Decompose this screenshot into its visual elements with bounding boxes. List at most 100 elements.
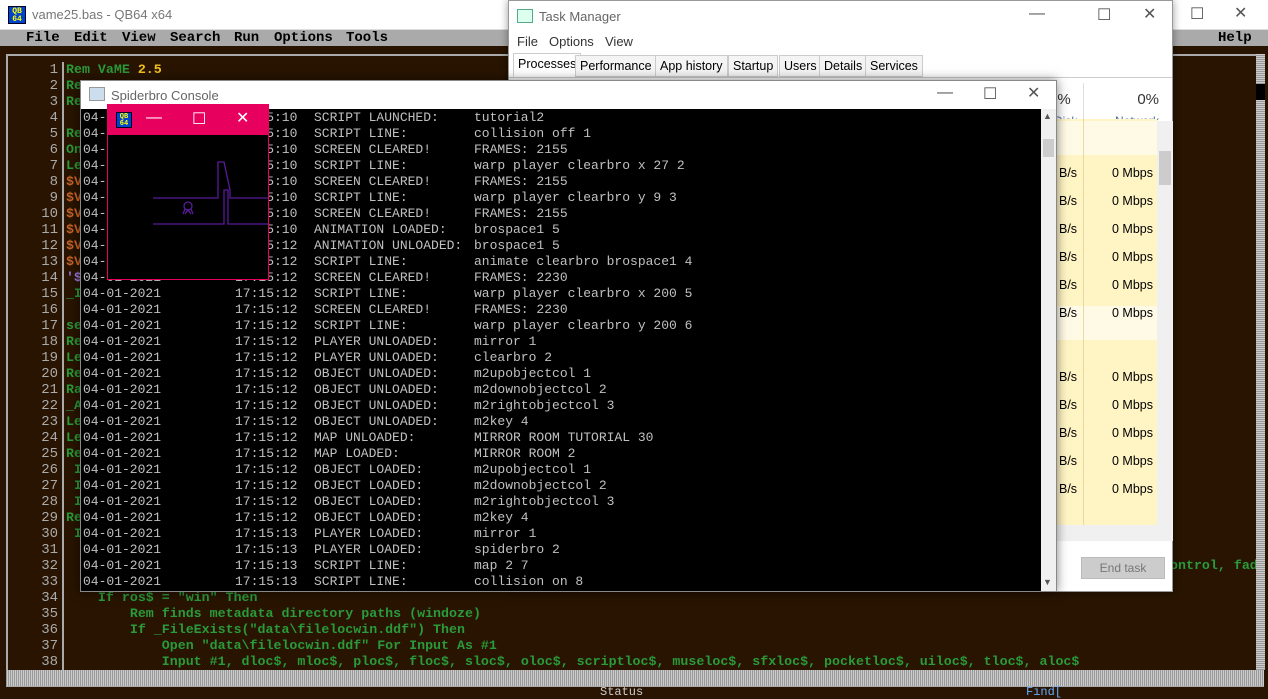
tab-performance[interactable]: Performance xyxy=(575,55,657,77)
game-titlebar: QB 64 — ☐ ✕ xyxy=(108,105,268,135)
log-event: SCRIPT LINE: xyxy=(314,254,408,269)
processes-scrollbar[interactable] xyxy=(1157,121,1173,525)
tab-details[interactable]: Details xyxy=(819,55,868,77)
log-event: OBJECT UNLOADED: xyxy=(314,382,439,397)
close-button[interactable]: ✕ xyxy=(1027,83,1040,103)
menu-options[interactable]: Options xyxy=(549,34,594,49)
disk-value: B/s xyxy=(1059,370,1078,384)
find-label[interactable]: Find[ xyxy=(1026,685,1062,699)
line-number: 23 xyxy=(41,414,58,430)
level-floor xyxy=(153,189,268,225)
log-time: 17:15:12 xyxy=(235,510,298,525)
vertical-scrollbar[interactable] xyxy=(1256,54,1265,670)
maximize-button[interactable]: ☐ xyxy=(983,84,997,104)
minimize-button[interactable]: — xyxy=(146,109,162,127)
menu-run[interactable]: Run xyxy=(234,30,259,46)
close-button[interactable]: ✕ xyxy=(1143,4,1156,24)
console-scrollbar[interactable]: ▲ ▼ xyxy=(1041,109,1056,591)
menu-view[interactable]: View xyxy=(605,34,633,49)
menu-file[interactable]: File xyxy=(517,34,538,49)
disk-value: B/s xyxy=(1059,398,1078,412)
qb64-icon: QB 64 xyxy=(8,6,26,24)
line-number: 33 xyxy=(41,574,58,590)
log-event: PLAYER UNLOADED: xyxy=(314,350,439,365)
log-detail: collision on 8 xyxy=(474,574,584,589)
tab-users[interactable]: Users xyxy=(779,55,822,77)
network-value: 0 Mbps xyxy=(1112,454,1153,468)
maximize-button[interactable]: ☐ xyxy=(192,109,206,129)
code-line[interactable]: Rem VaME 2.5 xyxy=(66,62,162,78)
log-detail: m2rightobjectcol 3 xyxy=(474,398,615,413)
line-number: 6 xyxy=(49,142,58,158)
process-row[interactable]: B/s 0 Mbps xyxy=(1057,391,1157,419)
process-row[interactable]: B/s 0 Mbps xyxy=(1057,299,1157,327)
minimize-button[interactable]: — xyxy=(937,84,953,102)
code-line[interactable]: Input #1, dloc$, mloc$, ploc$, floc$, sl… xyxy=(66,654,1080,670)
menu-tools[interactable]: Tools xyxy=(346,30,388,46)
log-date: 04-01-2021 xyxy=(83,558,162,573)
log-date: 04-01-2021 xyxy=(83,302,162,317)
log-date: 04-01-2021 xyxy=(83,494,162,509)
code-line[interactable]: Rem finds metadata directory paths (wind… xyxy=(66,606,481,622)
network-value: 0 Mbps xyxy=(1112,278,1153,292)
number-literal: 2.5 xyxy=(137,62,162,77)
maximize-button[interactable]: ☐ xyxy=(1190,4,1204,24)
process-row[interactable]: B/s 0 Mbps xyxy=(1057,215,1157,243)
process-row[interactable]: B/s 0 Mbps xyxy=(1057,419,1157,447)
process-row[interactable]: B/s 0 Mbps xyxy=(1057,447,1157,475)
player-sprite xyxy=(183,201,193,211)
end-task-button[interactable]: End task xyxy=(1081,557,1165,579)
status-label: Status xyxy=(600,685,644,699)
process-row[interactable]: B/s 0 Mbps xyxy=(1057,363,1157,391)
log-date: 04-01-2021 xyxy=(83,350,162,365)
level-wall xyxy=(153,161,268,199)
log-date: 04-01-2021 xyxy=(83,574,162,589)
tab-startup[interactable]: Startup xyxy=(728,55,779,77)
game-scene xyxy=(153,161,268,225)
log-date: 04-01-2021 xyxy=(83,318,162,333)
menu-file[interactable]: File xyxy=(26,30,60,46)
log-detail: warp player clearbro x 27 2 xyxy=(474,158,685,173)
log-detail: warp player clearbro y 200 6 xyxy=(474,318,693,333)
log-detail: m2key 4 xyxy=(474,510,529,525)
maximize-button[interactable]: ☐ xyxy=(1097,5,1111,25)
log-detail: MIRROR ROOM TUTORIAL 30 xyxy=(474,430,654,445)
line-number: 24 xyxy=(41,430,58,446)
close-button[interactable]: ✕ xyxy=(1234,3,1247,23)
tab-services[interactable]: Services xyxy=(865,55,923,77)
horizontal-scrollbar[interactable] xyxy=(6,670,1264,686)
process-row[interactable]: B/s 0 Mbps xyxy=(1057,187,1157,215)
line-number: 30 xyxy=(41,526,58,542)
menu-edit[interactable]: Edit xyxy=(74,30,108,46)
menu-search[interactable]: Search xyxy=(170,30,220,46)
code-line[interactable]: Open "data\filelocwin.ddf" For Input As … xyxy=(66,638,497,654)
line-number: 38 xyxy=(41,654,58,670)
menu-help[interactable]: Help xyxy=(1218,30,1252,46)
menu-view[interactable]: View xyxy=(122,30,156,46)
tab-processes[interactable]: Processes xyxy=(513,53,582,77)
log-time: 17:15:12 xyxy=(235,334,298,349)
close-button[interactable]: ✕ xyxy=(236,108,249,128)
log-date: 04-01-2021 xyxy=(83,430,162,445)
log-detail: FRAMES: 2155 xyxy=(474,142,568,157)
line-number: 31 xyxy=(41,542,58,558)
line-number: 22 xyxy=(41,398,58,414)
code-line[interactable]: If _FileExists("data\filelocwin.ddf") Th… xyxy=(66,622,465,638)
process-row[interactable]: B/s 0 Mbps xyxy=(1057,243,1157,271)
minimize-button[interactable]: — xyxy=(1029,5,1045,23)
log-event: SCREEN CLEARED! xyxy=(314,206,432,221)
log-time: 17:15:12 xyxy=(235,494,298,509)
process-row[interactable]: B/s 0 Mbps xyxy=(1057,271,1157,299)
code-line[interactable]: If ros$ = "win" Then xyxy=(66,590,258,606)
horizontal-scrollbar[interactable] xyxy=(1049,525,1173,541)
log-event: SCREEN CLEARED! xyxy=(314,270,432,285)
process-row[interactable]: B/s 0 Mbps xyxy=(1057,159,1157,187)
log-detail: spiderbro 2 xyxy=(474,542,560,557)
line-number: 14 xyxy=(41,270,58,286)
tab-app-history[interactable]: App history xyxy=(655,55,728,77)
log-time: 17:15:13 xyxy=(235,558,298,573)
log-event: MAP UNLOADED: xyxy=(314,430,416,445)
process-row[interactable]: B/s 0 Mbps xyxy=(1057,475,1157,503)
menu-options[interactable]: Options xyxy=(274,30,333,46)
log-event: SCREEN CLEARED! xyxy=(314,174,432,189)
